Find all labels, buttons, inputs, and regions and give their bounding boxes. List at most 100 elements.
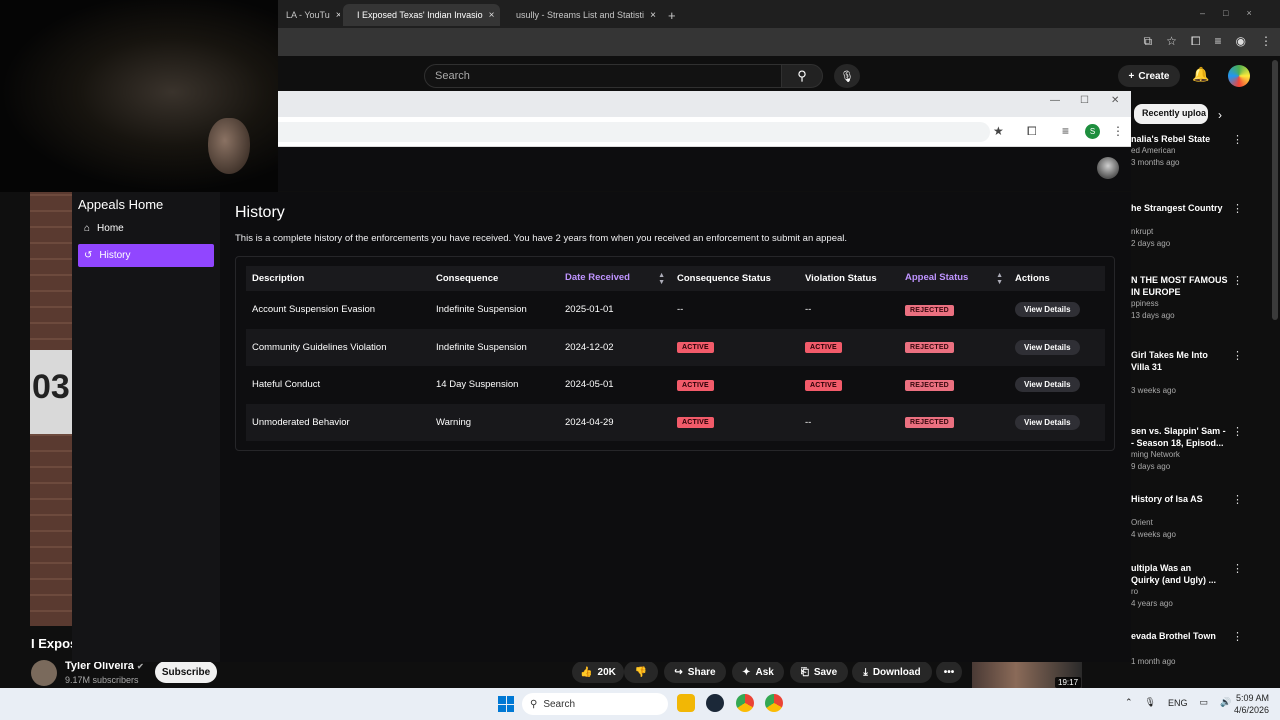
download-button[interactable]: ⤓ Download (852, 661, 932, 683)
more-actions-button[interactable]: ••• (936, 661, 962, 683)
recommendation-meta: 13 days ago (1131, 311, 1175, 320)
recommendation-item[interactable]: nalia's Rebel State ed American 3 months… (1131, 133, 1243, 169)
recommendation-item[interactable]: he Strangest Country nkrupt 2 days ago ⋮ (1131, 202, 1243, 250)
extensions-icon[interactable]: ⧠ (1191, 34, 1201, 49)
recommendation-channel: ppiness (1131, 299, 1159, 308)
view-details-button[interactable]: View Details (1015, 377, 1080, 393)
file-explorer-icon[interactable] (677, 694, 695, 712)
view-details-button[interactable]: View Details (1015, 414, 1080, 430)
sidebar-item-home[interactable]: ⌂ Home (78, 217, 214, 240)
recommendation-title: N THE MOST FAMOUS (1131, 275, 1228, 285)
column-header-date-received[interactable]: Date Received ▲ ▼ (559, 266, 671, 291)
cell-consequence: Indefinite Suspension (436, 341, 527, 353)
chrome-icon[interactable] (736, 694, 754, 712)
view-details-button[interactable]: View Details (1015, 302, 1080, 318)
browser-tab-streams[interactable]: usully - Streams List and Statisti × (502, 4, 658, 26)
ask-button[interactable]: ✦ Ask (732, 661, 784, 683)
subscribe-button[interactable]: Subscribe (155, 661, 217, 683)
sort-icon[interactable]: ▲ ▼ (996, 272, 1003, 286)
cast-icon[interactable]: ⧉ (1144, 34, 1153, 49)
network-icon[interactable]: ▭ (1200, 697, 1209, 708)
recommendation-meta: 9 days ago (1131, 462, 1171, 471)
media-icon[interactable]: ≡ (1062, 124, 1069, 138)
thumbs-down-icon: 👎 (634, 666, 648, 678)
taskbar-clock-time[interactable]: 5:09 AM (1236, 693, 1269, 703)
tab-label: I Exposed Texas' Indian Invasio (357, 10, 483, 20)
recently-uploaded-chip[interactable]: Recently uploa (1134, 104, 1208, 124)
view-details-button[interactable]: View Details (1015, 339, 1080, 355)
sidebar-item-history[interactable]: ↺ History (78, 244, 214, 267)
recommendation-item[interactable]: Girl Takes Me Into Villa 31 3 weeks ago … (1131, 349, 1243, 397)
tab-close-icon[interactable]: × (650, 10, 656, 21)
like-button[interactable]: 👍 20K (572, 661, 624, 683)
media-icon[interactable]: ≡ (1215, 34, 1222, 49)
save-button[interactable]: ⎗ Save (790, 661, 848, 683)
popup-window-titlebar[interactable] (278, 91, 1131, 117)
popup-profile-avatar[interactable]: S (1085, 124, 1100, 139)
recommendation-title: nalia's Rebel State (1131, 134, 1211, 144)
close-icon[interactable]: ✕ (1111, 95, 1119, 106)
page-scrollbar[interactable] (1272, 60, 1278, 320)
recommendation-item[interactable]: History of Isa AS Orient 4 weeks ago ⋮ (1131, 493, 1243, 541)
taskbar-clock-date[interactable]: 4/6/2026 (1234, 705, 1269, 715)
more-vert-icon[interactable]: ⋮ (1232, 425, 1243, 438)
cell-consequence-status: -- (677, 304, 684, 316)
share-button[interactable]: ↪ Share (664, 661, 726, 683)
recommendation-item[interactable]: ultipla Was an Quirky (and Ugly) ... ro … (1131, 562, 1243, 610)
maximize-icon[interactable]: ☐ (1080, 95, 1089, 106)
menu-icon[interactable]: ⋮ (1260, 34, 1272, 49)
volume-icon[interactable]: 🔊 (1220, 697, 1231, 708)
window-controls[interactable]: –□× (1200, 8, 1270, 18)
more-vert-icon[interactable]: ⋮ (1232, 493, 1243, 506)
appeals-user-avatar[interactable] (1097, 157, 1119, 179)
channel-avatar[interactable] (31, 660, 57, 686)
windows-start-icon[interactable] (498, 696, 514, 712)
like-count: 20K (597, 666, 616, 678)
recommendation-item[interactable]: evada Brothel Town 1 month ago ⋮ (1131, 630, 1243, 668)
minimize-icon[interactable]: — (1050, 95, 1060, 106)
column-header-label: Appeal Status (905, 271, 969, 283)
popup-url-field[interactable] (278, 122, 990, 142)
more-vert-icon[interactable]: ⋮ (1232, 630, 1243, 643)
browser-tab-active[interactable]: I Exposed Texas' Indian Invasio × (343, 4, 500, 26)
microphone-icon[interactable]: 🎙 (1145, 697, 1156, 708)
new-tab-button[interactable]: + (660, 4, 680, 26)
cell-consequence-status: ACTIVE (671, 329, 799, 367)
recommendation-item[interactable]: N THE MOST FAMOUS IN EUROPE ppiness 13 d… (1131, 274, 1243, 322)
ask-label: Ask (755, 666, 774, 678)
create-button[interactable]: + Create (1118, 65, 1180, 87)
chevron-up-icon[interactable]: ⌃ (1125, 697, 1133, 708)
youtube-search-input[interactable]: Search (424, 64, 782, 88)
more-vert-icon[interactable]: ⋮ (1232, 562, 1243, 575)
user-avatar[interactable] (1228, 65, 1250, 87)
more-vert-icon[interactable]: ⋮ (1232, 202, 1243, 215)
create-label: Create (1138, 70, 1170, 82)
steam-icon[interactable] (706, 694, 724, 712)
notifications-bell-icon[interactable]: 🔔 (1192, 66, 1209, 83)
chevron-right-icon[interactable]: › (1218, 108, 1222, 122)
more-vert-icon[interactable]: ⋮ (1232, 274, 1243, 287)
cell-actions: View Details (1009, 291, 1105, 329)
more-vert-icon[interactable]: ⋮ (1232, 349, 1243, 362)
search-icon[interactable]: ⚲ (781, 64, 823, 88)
dislike-button[interactable]: 👎 (624, 661, 658, 683)
bookmark-star-icon[interactable]: ★ (993, 124, 1004, 138)
taskbar-search-input[interactable]: ⚲ Search (522, 693, 668, 715)
taskbar-search-placeholder: Search (543, 698, 576, 710)
extensions-icon[interactable]: ⧠ (1027, 124, 1037, 139)
microphone-icon[interactable]: 🎙 (834, 64, 860, 88)
more-vert-icon[interactable]: ⋮ (1232, 133, 1243, 146)
menu-icon[interactable]: ⋮ (1112, 124, 1124, 138)
recommendation-item[interactable]: sen vs. Slappin' Sam - - Season 18, Epis… (1131, 425, 1243, 473)
profile-icon[interactable]: ◉ (1236, 34, 1246, 49)
recommendation-title: Girl Takes Me Into (1131, 350, 1208, 360)
language-indicator[interactable]: ENG (1168, 698, 1188, 708)
browser-tab-youtube-1[interactable]: LA - YouTu × (278, 4, 340, 26)
table-row: Account Suspension Evasion Indefinite Su… (246, 291, 1105, 329)
sort-icon[interactable]: ▲ ▼ (658, 272, 665, 286)
column-header-appeal-status[interactable]: Appeal Status ▲ ▼ (899, 266, 1009, 291)
tab-close-icon[interactable]: × (489, 10, 495, 21)
chrome-profile-icon[interactable] (765, 694, 783, 712)
tab-close-icon[interactable]: × (336, 10, 340, 21)
bookmark-star-icon[interactable]: ☆ (1166, 34, 1177, 49)
